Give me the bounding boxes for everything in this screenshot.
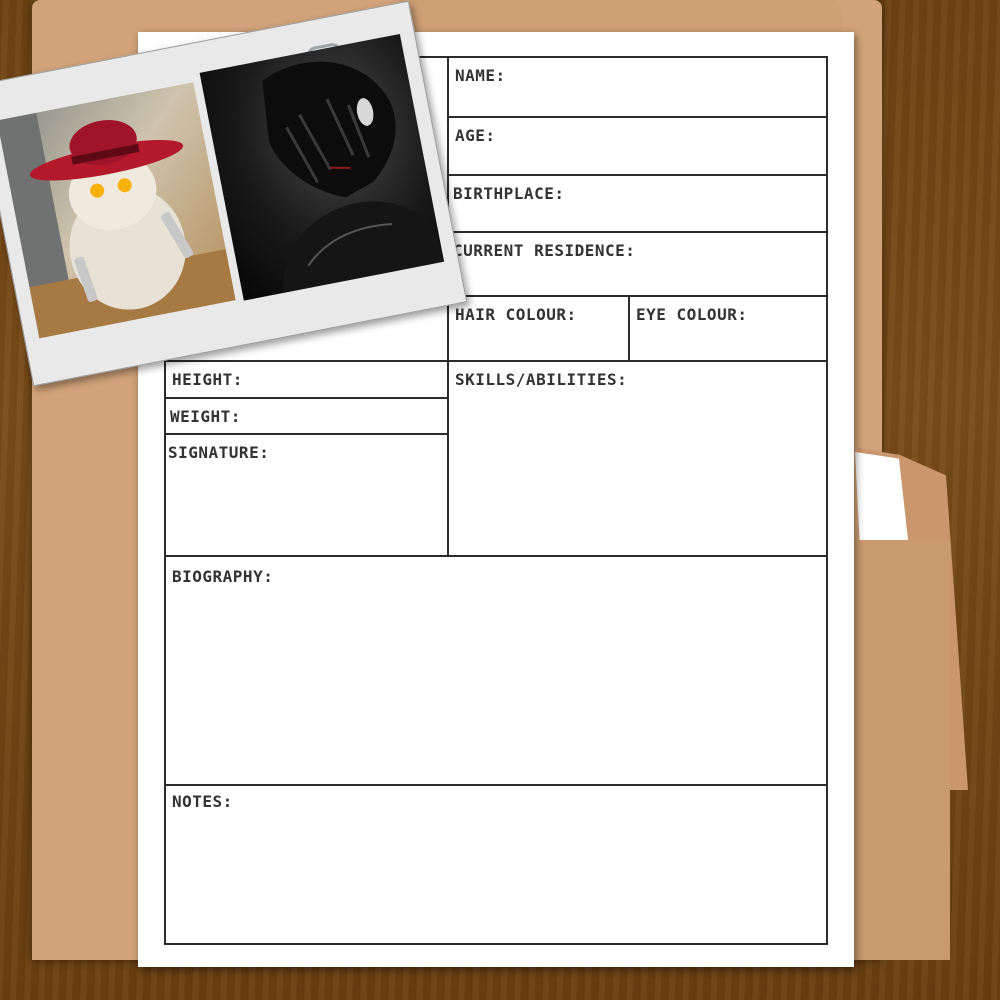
age-field[interactable]: AGE: — [449, 118, 828, 176]
hair-colour-field[interactable]: HAIR COLOUR: — [449, 297, 630, 362]
cat-with-hat-illustration — [0, 112, 236, 339]
signature-label: SIGNATURE: — [168, 443, 270, 462]
height-field[interactable]: HEIGHT: — [166, 362, 449, 399]
biography-label: BIOGRAPHY: — [172, 567, 274, 586]
eye-colour-field[interactable]: EYE COLOUR: — [630, 297, 828, 362]
hair-colour-label: HAIR COLOUR: — [455, 305, 577, 324]
height-label: HEIGHT: — [172, 370, 243, 389]
age-label: AGE: — [455, 126, 496, 145]
notes-label: NOTES: — [172, 792, 233, 811]
anime-photo — [199, 33, 445, 301]
name-label: NAME: — [455, 66, 506, 85]
notes-field[interactable]: NOTES: — [166, 786, 828, 943]
cat-photo — [0, 82, 236, 339]
weight-field[interactable]: WEIGHT: — [166, 399, 449, 435]
residence-field[interactable]: CURRENT RESIDENCE: — [449, 233, 828, 297]
dark-character-illustration — [262, 61, 445, 293]
weight-label: WEIGHT: — [170, 407, 241, 426]
skills-label: SKILLS/ABILITIES: — [455, 370, 628, 389]
residence-label: CURRENT RESIDENCE: — [453, 241, 636, 260]
birthplace-field[interactable]: BIRTHPLACE: — [449, 176, 828, 233]
biography-field[interactable]: BIOGRAPHY: — [166, 557, 828, 786]
birthplace-label: BIRTHPLACE: — [453, 184, 565, 203]
signature-field[interactable]: SIGNATURE: — [166, 435, 449, 557]
eye-colour-label: EYE COLOUR: — [636, 305, 748, 324]
name-field[interactable]: NAME: — [449, 58, 828, 118]
skills-field[interactable]: SKILLS/ABILITIES: — [449, 362, 828, 557]
